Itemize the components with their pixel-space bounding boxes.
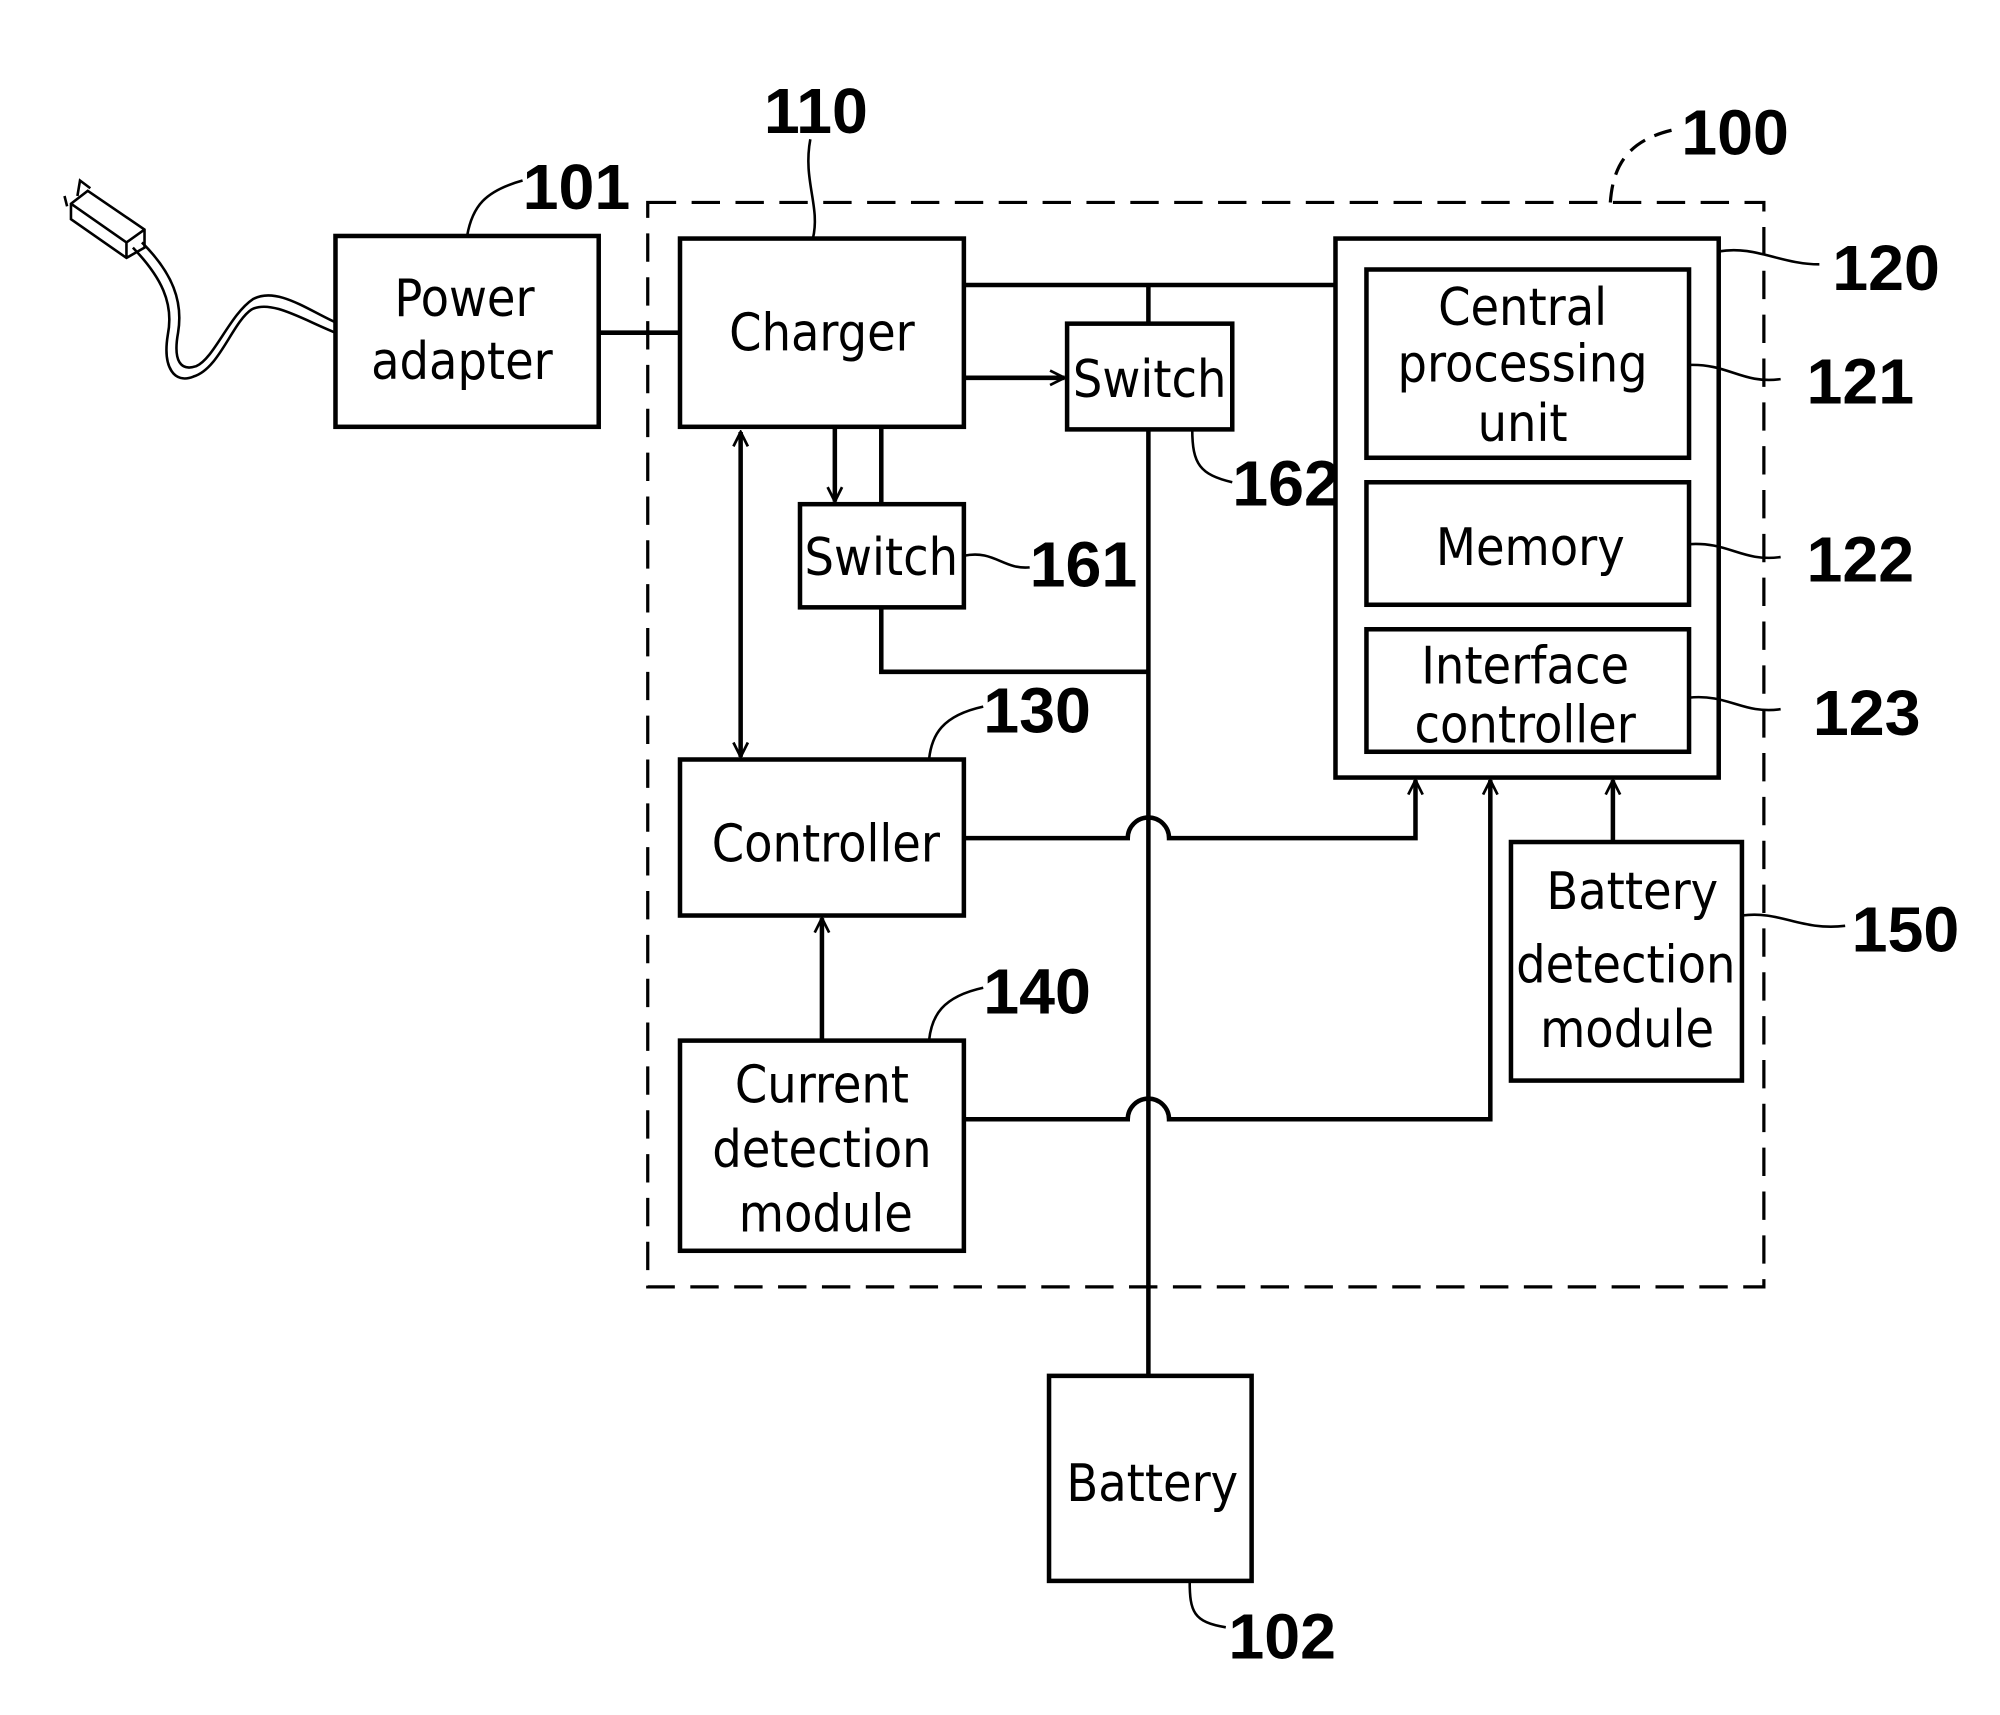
ref-130: 130 (983, 674, 1091, 746)
svg-text:controller: controller (1415, 696, 1637, 756)
battery-detection-block: Battery detection module (1508, 839, 1745, 1083)
svg-text:Central: Central (1438, 278, 1607, 338)
ref-121: 121 (1806, 346, 1914, 418)
leader-150 (1741, 913, 1846, 928)
ref-150: 150 (1852, 894, 1960, 966)
leader-130 (927, 705, 984, 760)
svg-text:Battery: Battery (1546, 862, 1718, 922)
svg-text:detection: detection (1516, 936, 1735, 996)
ref-102: 102 (1228, 1600, 1336, 1672)
svg-text:adapter: adapter (371, 332, 554, 392)
svg-text:Charger: Charger (729, 304, 916, 364)
charger-block: Charger (677, 236, 967, 430)
leader-162 (1190, 429, 1233, 484)
svg-text:Controller: Controller (712, 814, 941, 874)
battery-block: Battery (1046, 1373, 1254, 1584)
plug-icon (63, 178, 337, 380)
svg-text:Interface: Interface (1421, 636, 1629, 696)
svg-text:module: module (739, 1184, 913, 1244)
svg-text:Battery: Battery (1066, 1454, 1238, 1514)
interface-controller-block: Interface controller (1364, 627, 1692, 756)
controller-block: Controller (677, 757, 967, 918)
leader-140 (927, 986, 984, 1041)
ref-100: 100 (1681, 97, 1789, 169)
ref-162: 162 (1232, 447, 1340, 519)
leader-102 (1188, 1580, 1227, 1629)
ref-110: 110 (764, 75, 868, 147)
leader-120 (1718, 248, 1820, 266)
svg-text:processing: processing (1398, 335, 1648, 395)
svg-text:unit: unit (1478, 394, 1568, 454)
svg-text:detection: detection (712, 1120, 931, 1180)
ref-140: 140 (983, 956, 1091, 1028)
leader-161 (963, 553, 1030, 569)
memory-block: Memory (1364, 480, 1692, 608)
svg-text:module: module (1540, 1000, 1714, 1060)
switch-162-block: Switch (1064, 321, 1235, 432)
ref-101: 101 (523, 151, 631, 223)
cpu-block: Central processing unit (1364, 267, 1692, 461)
ref-120: 120 (1832, 232, 1940, 304)
ref-122: 122 (1806, 524, 1914, 596)
leader-100 (1608, 127, 1678, 203)
svg-text:Switch: Switch (1073, 350, 1226, 410)
leader-110 (807, 139, 817, 239)
svg-text:Switch: Switch (805, 528, 958, 588)
switch-161-block: Switch (797, 501, 967, 610)
svg-text:Memory: Memory (1436, 518, 1625, 578)
current-detection-block: Current detection module (677, 1038, 967, 1254)
block-diagram: 100 Power adapter 101 Charger 110 Switch… (63, 75, 1960, 1672)
svg-text:Power: Power (394, 269, 535, 329)
leader-101 (465, 179, 523, 237)
svg-text:Current: Current (735, 1056, 909, 1116)
ref-161: 161 (1030, 529, 1138, 601)
power-adapter-block: Power adapter (333, 233, 601, 430)
ref-123: 123 (1813, 677, 1921, 749)
